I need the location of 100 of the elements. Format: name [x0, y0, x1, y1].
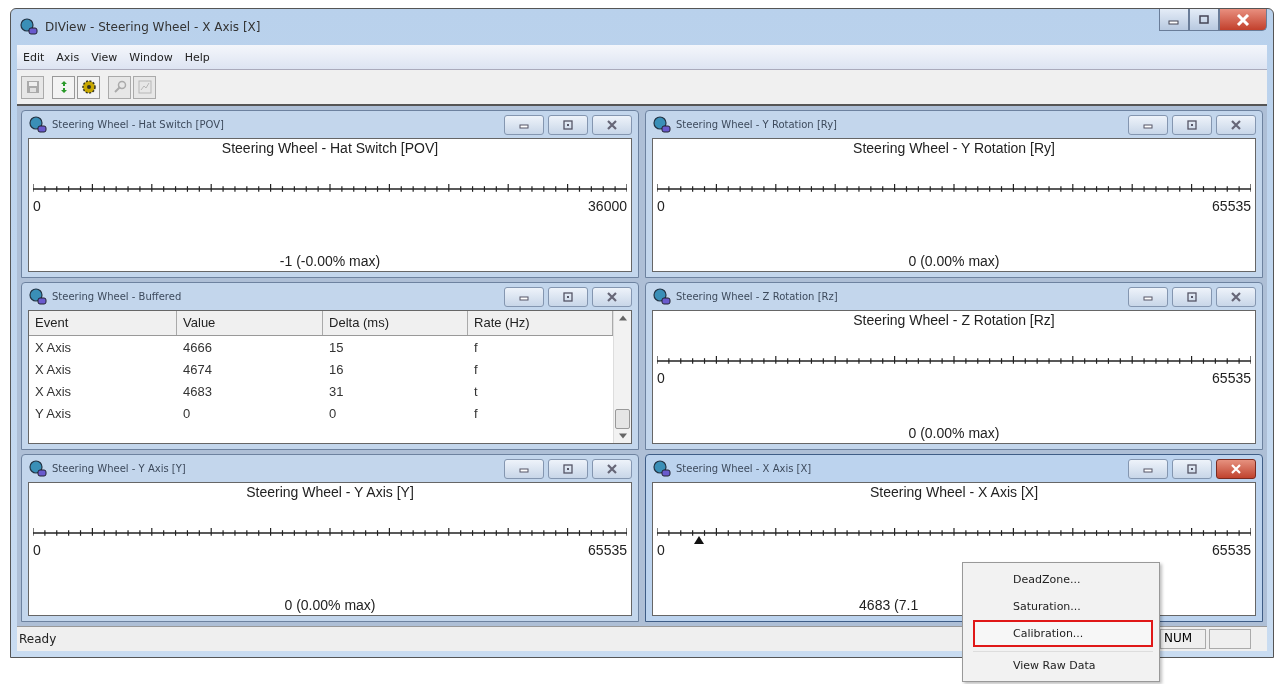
- axis-max-label: 65535: [1212, 370, 1251, 386]
- menu-item[interactable]: DeadZone...: [973, 566, 1153, 593]
- maximize-button[interactable]: [1189, 9, 1219, 31]
- menu-item[interactable]: View Raw Data: [973, 651, 1153, 678]
- child-window-title: Steering Wheel - Hat Switch [POV]: [52, 119, 225, 130]
- table-cell-text: f: [473, 405, 479, 421]
- column-header[interactable]: Event: [29, 311, 178, 335]
- table-cell-text: 0: [182, 405, 192, 421]
- axis-reading: 0 (0.00% max): [908, 425, 1000, 441]
- table-cell-text: 0: [328, 405, 338, 421]
- child-window-title: Steering Wheel - Y Axis [Y]: [52, 463, 187, 474]
- minimize-button[interactable]: [1128, 458, 1168, 479]
- axis-reading: 0 (0.00% max): [284, 597, 376, 613]
- close-button[interactable]: [592, 286, 632, 307]
- table-cell-text: f: [473, 339, 479, 355]
- minimize-button[interactable]: [504, 286, 544, 307]
- maximize-icon: [1186, 463, 1198, 474]
- menu-item[interactable]: View: [87, 50, 122, 64]
- menu-item[interactable]: Window: [125, 50, 177, 64]
- close-button[interactable]: [1219, 9, 1267, 31]
- app-icon: [28, 286, 48, 307]
- app-icon: [652, 458, 672, 479]
- plot-title: Steering Wheel - Y Rotation [Ry]: [852, 140, 1056, 156]
- status-text: Ready: [19, 632, 57, 646]
- child-window-title: Steering Wheel - Z Rotation [Rz]: [676, 291, 839, 302]
- plot-title: Steering Wheel - Hat Switch [POV]: [220, 140, 440, 156]
- maximize-button[interactable]: [1172, 286, 1212, 307]
- axis-min-label: 0: [657, 370, 665, 386]
- close-button[interactable]: [1216, 114, 1256, 135]
- axis-reading: -1 (-0.00% max): [279, 253, 381, 269]
- close-button[interactable]: [1216, 458, 1256, 479]
- table-cell-text: f: [473, 361, 479, 377]
- app-icon: [28, 458, 48, 479]
- maximize-icon: [562, 291, 574, 302]
- table-cell-text: 4683: [182, 383, 213, 399]
- close-icon: [1230, 291, 1242, 302]
- axis-max-label: 65535: [1212, 542, 1251, 558]
- axis-min-label: 0: [33, 542, 41, 558]
- app-icon: [652, 286, 672, 307]
- child-window-title: Steering Wheel - Buffered: [52, 291, 183, 302]
- close-icon: [606, 291, 618, 302]
- window-title: DIView - Steering Wheel - X Axis [X]: [45, 20, 262, 34]
- maximize-icon: [1186, 119, 1198, 130]
- axis-min-label: 0: [657, 542, 665, 558]
- minimize-button[interactable]: [1159, 9, 1189, 31]
- axis-max-label: 65535: [588, 542, 627, 558]
- menu-item[interactable]: Saturation...: [973, 593, 1153, 620]
- axis-reading: 4683 (7.1: [859, 597, 919, 613]
- scrollbar-thumb[interactable]: [615, 409, 630, 429]
- maximize-button[interactable]: [1172, 114, 1212, 135]
- scroll-down-icon[interactable]: [618, 433, 627, 439]
- maximize-icon: [1186, 291, 1198, 302]
- minimize-button[interactable]: [1128, 114, 1168, 135]
- table-cell-text: 16: [328, 361, 345, 377]
- table-cell-text: 15: [328, 339, 345, 355]
- status-pane: [1209, 629, 1251, 649]
- close-icon: [1230, 119, 1242, 130]
- close-icon: [1236, 13, 1250, 26]
- child-window-title: Steering Wheel - X Axis [X]: [676, 463, 813, 474]
- table-cell-text: X Axis: [34, 361, 73, 377]
- close-icon: [1230, 463, 1242, 474]
- table-cell-text: 4674: [182, 361, 213, 377]
- table-cell-text: X Axis: [34, 383, 73, 399]
- table-cell-text: 4666: [182, 339, 213, 355]
- minimize-button[interactable]: [504, 114, 544, 135]
- table-cell-text: 31: [328, 383, 345, 399]
- status-indicator: NUM: [1160, 629, 1206, 649]
- table-cell-text: t: [473, 383, 479, 399]
- maximize-button[interactable]: [548, 286, 588, 307]
- axis-min-label: 0: [657, 198, 665, 214]
- axis-max-label: 36000: [588, 198, 627, 214]
- close-button[interactable]: [592, 458, 632, 479]
- app-icon: [19, 17, 39, 37]
- close-icon: [606, 463, 618, 474]
- plot-title: Steering Wheel - Z Rotation [Rz]: [852, 312, 1056, 328]
- plot-title: Steering Wheel - Y Axis [Y]: [245, 484, 415, 500]
- menu-item[interactable]: Calibration...: [973, 620, 1153, 647]
- column-header[interactable]: Value: [177, 311, 324, 335]
- close-icon: [606, 119, 618, 130]
- maximize-icon: [562, 463, 574, 474]
- app-icon: [28, 114, 48, 135]
- menu-item[interactable]: Edit: [19, 50, 49, 64]
- maximize-button[interactable]: [548, 114, 588, 135]
- child-window-title: Steering Wheel - Y Rotation [Ry]: [676, 119, 838, 130]
- minimize-button[interactable]: [1128, 286, 1168, 307]
- minimize-button[interactable]: [504, 458, 544, 479]
- plot-title: Steering Wheel - X Axis [X]: [868, 484, 1040, 500]
- maximize-button[interactable]: [548, 458, 588, 479]
- close-button[interactable]: [1216, 286, 1256, 307]
- maximize-icon: [1197, 14, 1211, 25]
- axis-reading: 0 (0.00% max): [908, 253, 1000, 269]
- table-cell-text: Y Axis: [34, 405, 72, 421]
- menu-item[interactable]: Axis: [52, 50, 84, 64]
- maximize-icon: [562, 119, 574, 130]
- menu-item[interactable]: Help: [180, 50, 214, 64]
- close-button[interactable]: [592, 114, 632, 135]
- column-header[interactable]: Delta (ms): [323, 311, 469, 335]
- gear-icon[interactable]: [77, 75, 100, 99]
- scroll-up-icon[interactable]: [618, 315, 627, 321]
- axis-max-label: 65535: [1212, 198, 1251, 214]
